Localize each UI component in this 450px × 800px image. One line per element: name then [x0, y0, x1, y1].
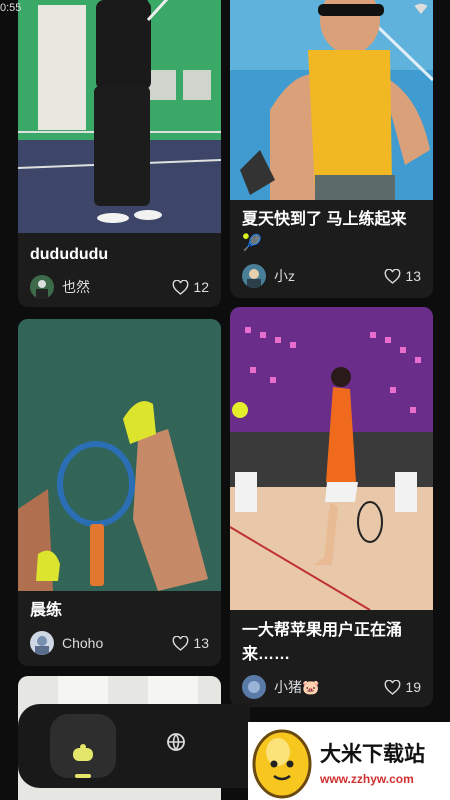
post-title: 夏天快到了 马上练起来🎾	[242, 211, 407, 252]
post-title: dudududu	[30, 246, 109, 263]
post-title: 一大帮苹果用户正在涌来……	[242, 622, 403, 663]
author-name[interactable]: Choho	[62, 635, 172, 651]
heart-icon	[385, 268, 401, 284]
author-name[interactable]: 也然	[62, 277, 172, 297]
bottom-nav	[18, 704, 250, 788]
like-button[interactable]: 13	[172, 635, 209, 651]
like-count: 12	[193, 279, 209, 295]
avatar[interactable]	[30, 275, 54, 299]
heart-icon	[173, 635, 189, 651]
avatar[interactable]	[242, 675, 266, 699]
nav-explore-button[interactable]	[166, 732, 186, 757]
like-button[interactable]: 12	[172, 279, 209, 295]
post-card[interactable]: 一大帮苹果用户正在涌来…… 小猪🐷 19	[230, 307, 433, 707]
like-button[interactable]: 19	[384, 679, 421, 695]
mascot-icon	[252, 729, 312, 799]
post-photo	[230, 0, 433, 200]
status-time: 0:55	[0, 2, 22, 14]
watermark-url: www.zzhyw.com	[320, 772, 414, 786]
like-count: 13	[193, 635, 209, 651]
wifi-icon	[414, 2, 428, 20]
post-card[interactable]: 夏天快到了 马上练起来🎾 小z 13	[230, 0, 433, 298]
post-photo	[230, 307, 433, 610]
like-count: 13	[405, 268, 421, 284]
author-name[interactable]: 小猪🐷	[274, 677, 384, 697]
nav-home-button[interactable]	[50, 714, 116, 778]
watermark-title: 大米下载站	[320, 743, 425, 766]
post-photo	[18, 319, 221, 591]
heart-icon	[173, 279, 189, 295]
like-count: 19	[405, 679, 421, 695]
globe-icon	[167, 733, 185, 751]
home-icon	[73, 744, 93, 778]
like-button[interactable]: 13	[384, 268, 421, 284]
post-title: 晨练	[30, 602, 63, 619]
post-photo	[18, 0, 221, 233]
post-card[interactable]: dudududu 也然 12	[18, 0, 221, 307]
author-name[interactable]: 小z	[274, 266, 384, 286]
avatar[interactable]	[242, 264, 266, 288]
avatar[interactable]	[30, 631, 54, 655]
watermark-logo: 大米下载站 www.zzhyw.com	[248, 722, 450, 800]
heart-icon	[385, 679, 401, 695]
post-card[interactable]: 晨练 Choho 13	[18, 319, 221, 666]
